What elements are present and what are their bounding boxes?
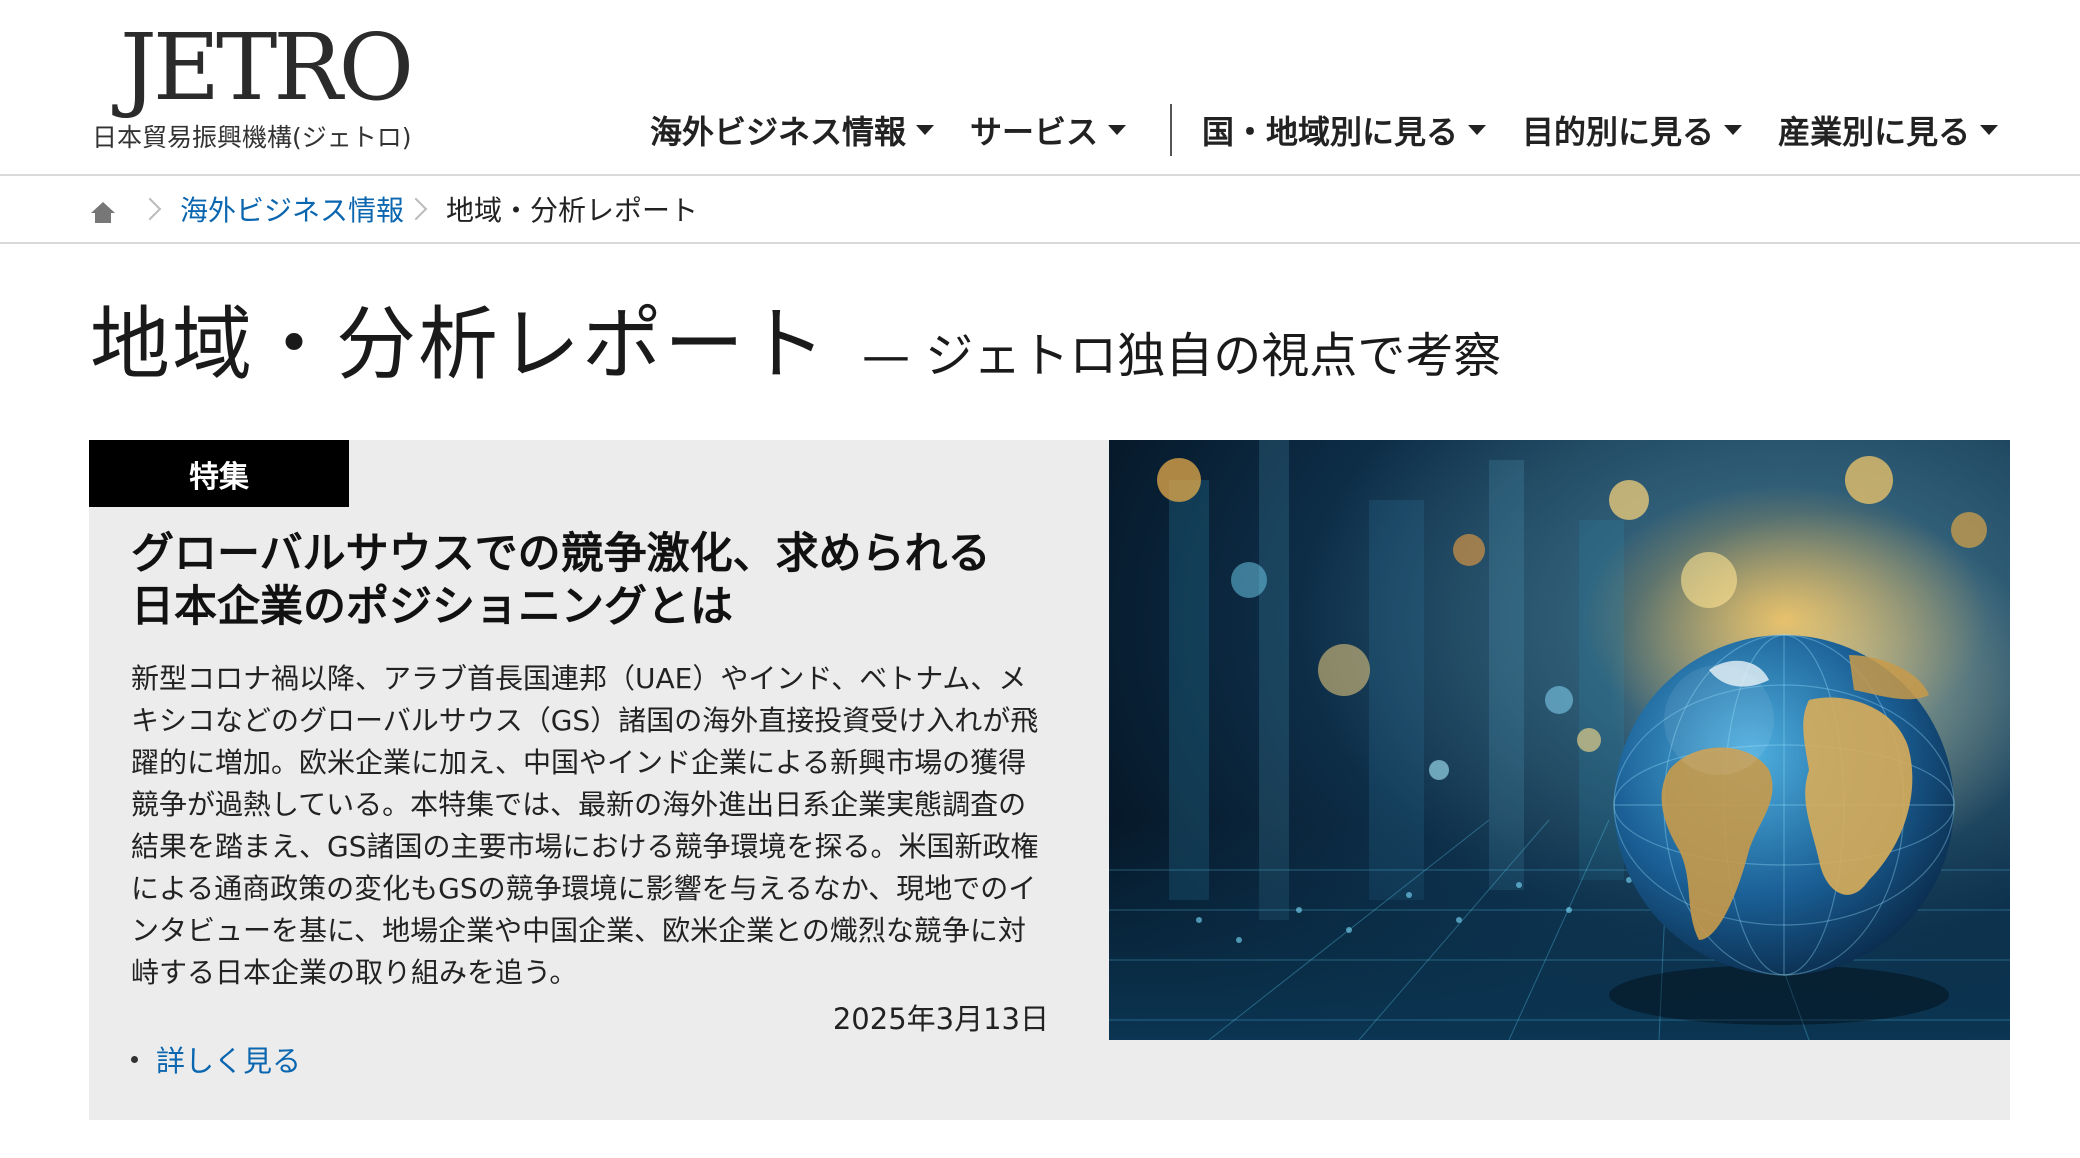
description-line: キシコなどのグローバルサウス（GS）諸国の海外直接投資受け入れが飛 xyxy=(131,704,1039,737)
description-line: 結果を踏まえ、GS諸国の主要市場における競争環境を探る。米国新政権 xyxy=(131,830,1039,863)
bullet-icon xyxy=(131,1055,138,1063)
nav-services[interactable]: サービス xyxy=(970,107,1127,153)
feature-title-line: グローバルサウスでの競争激化、求められる xyxy=(131,529,991,579)
chevron-right-icon xyxy=(138,197,162,221)
description-line: 競争が過熱している。本特集では、最新の海外進出日系企業実態調査の xyxy=(131,788,1027,821)
jetro-logo[interactable]: JETRO 日本貿易振興機構(ジェトロ) xyxy=(90,14,414,158)
nav-by-purpose[interactable]: 目的別に見る xyxy=(1522,107,1743,153)
feature-badge: 特集 xyxy=(89,440,349,507)
nav-by-industry[interactable]: 産業別に見る xyxy=(1778,107,1999,153)
nav-label: 産業別に見る xyxy=(1778,113,1971,151)
description-line: ンタビューを基に、地場企業や中国企業、欧米企業との熾烈な競争に対 xyxy=(131,914,1026,947)
feature-card: 特集 グローバルサウスでの競争激化、求められる 日本企業のポジショニングとは 新… xyxy=(89,440,2010,1120)
description-line: による通商政策の変化もGSの競争環境に影響を与えるなか、現地でのイ xyxy=(131,872,1037,905)
breadcrumb: 海外ビジネス情報 地域・分析レポート xyxy=(0,176,2080,244)
feature-title[interactable]: グローバルサウスでの競争激化、求められる 日本企業のポジショニングとは xyxy=(131,528,1091,634)
site-header: JETRO 日本貿易振興機構(ジェトロ) 海外ビジネス情報 サービス 国・地域別… xyxy=(0,0,2080,176)
logo-subtitle: 日本貿易振興機構(ジェトロ) xyxy=(92,123,412,152)
caret-down-icon xyxy=(1108,125,1127,135)
nav-label: サービス xyxy=(970,113,1099,151)
description-line: 躍的に増加。欧米企業に加え、中国やインド企業による新興市場の獲得 xyxy=(131,746,1027,779)
chevron-right-icon xyxy=(404,197,428,221)
description-line: 新型コロナ禍以降、アラブ首長国連邦（UAE）やインド、ベトナム、メ xyxy=(131,662,1027,695)
page-title-main: 地域・分析レポート xyxy=(90,298,828,391)
page-title: 地域・分析レポート — ジェトロ独自の視点で考察 xyxy=(90,280,1501,396)
logo-wordmark: JETRO xyxy=(120,14,414,121)
nav-by-country-region[interactable]: 国・地域別に見る xyxy=(1202,107,1487,153)
breadcrumb-trail: 海外ビジネス情報 地域・分析レポート xyxy=(90,176,698,242)
breadcrumb-link-overseas-business-info[interactable]: 海外ビジネス情報 xyxy=(180,189,404,229)
description-line: 峙する日本企業の取り組みを追う。 xyxy=(131,956,578,989)
nav-overseas-business-info[interactable]: 海外ビジネス情報 xyxy=(650,107,935,153)
page-title-subtitle: — ジェトロ独自の視点で考察 xyxy=(862,328,1502,384)
caret-down-icon xyxy=(1468,125,1487,135)
feature-date: 2025年3月13日 xyxy=(832,1002,1049,1036)
nav-divider xyxy=(1170,104,1173,156)
feature-description: 新型コロナ禍以降、アラブ首長国連邦（UAE）やインド、ベトナム、メ キシコなどの… xyxy=(131,658,1081,994)
nav-label: 海外ビジネス情報 xyxy=(650,113,907,151)
breadcrumb-current: 地域・分析レポート xyxy=(446,194,699,227)
feature-title-line: 日本企業のポジショニングとは xyxy=(131,582,733,632)
nav-label: 目的別に見る xyxy=(1522,113,1715,151)
caret-down-icon xyxy=(1980,125,1999,135)
main-nav: 海外ビジネス情報 サービス 国・地域別に見る 目的別に見る 産業別に見る xyxy=(650,102,2034,158)
nav-label: 国・地域別に見る xyxy=(1202,113,1459,151)
globe-digital-network-image[interactable] xyxy=(1109,440,2010,1040)
read-more-link[interactable]: 詳しく見る xyxy=(156,1038,301,1080)
read-more: 詳しく見る xyxy=(131,1038,301,1080)
caret-down-icon xyxy=(916,125,935,135)
caret-down-icon xyxy=(1724,125,1743,135)
home-icon[interactable] xyxy=(90,200,116,224)
